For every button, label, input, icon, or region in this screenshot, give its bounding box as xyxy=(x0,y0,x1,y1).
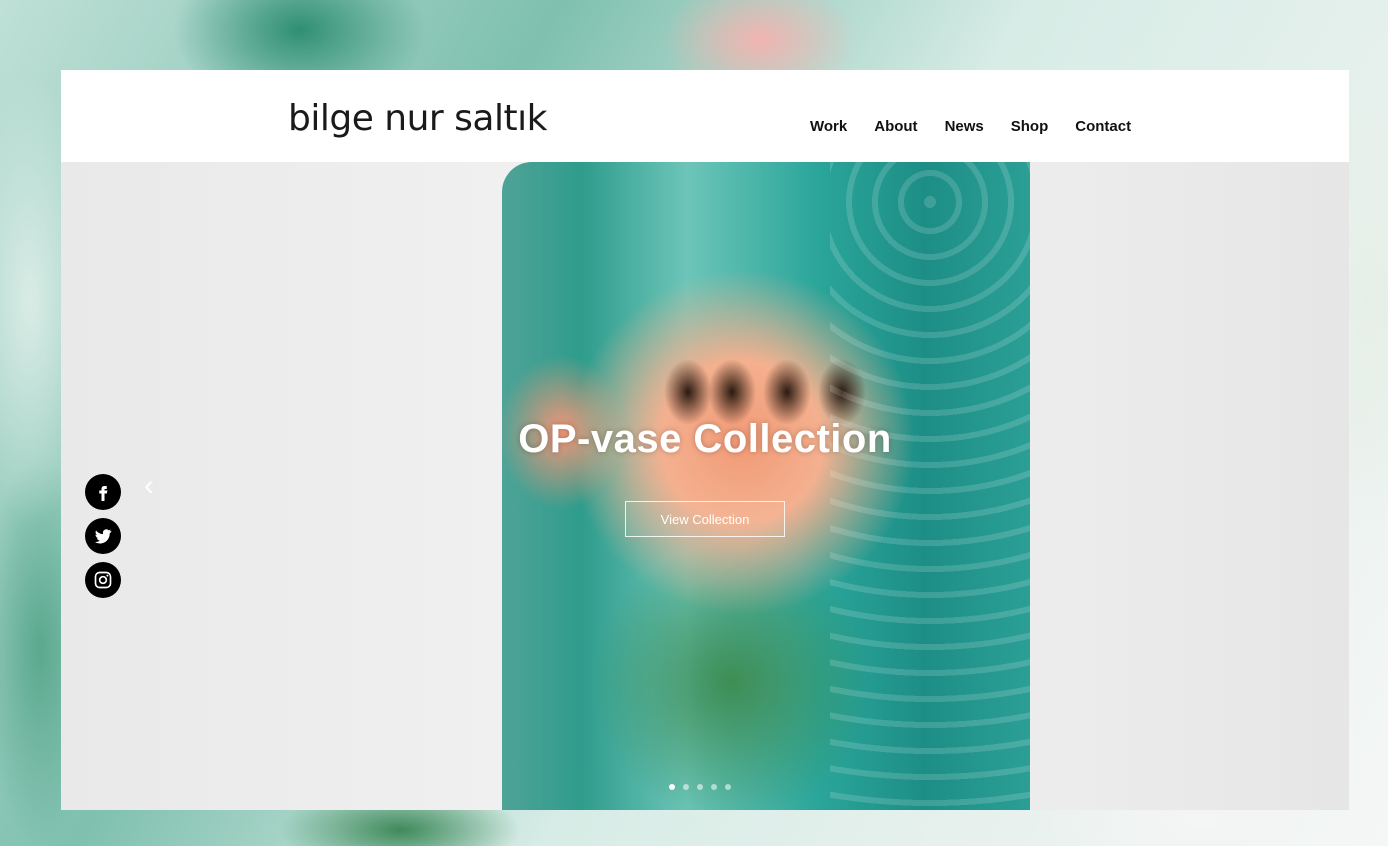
site-header: bilge nur saltık Work About News Shop Co… xyxy=(61,70,1349,162)
facebook-icon[interactable] xyxy=(85,474,121,510)
site-logo[interactable]: bilge nur saltık xyxy=(288,98,547,139)
nav-item-shop[interactable]: Shop xyxy=(1011,118,1049,135)
slide-dot[interactable] xyxy=(697,784,703,790)
hero-slideshow: ‹ OP-vase Collection View Collection xyxy=(61,162,1349,810)
nav-item-news[interactable]: News xyxy=(945,118,984,135)
instagram-icon[interactable] xyxy=(85,562,121,598)
slide-dot[interactable] xyxy=(725,784,731,790)
nav-item-work[interactable]: Work xyxy=(810,118,847,135)
slide-dot[interactable] xyxy=(683,784,689,790)
social-bar xyxy=(85,474,121,598)
twitter-icon[interactable] xyxy=(85,518,121,554)
hero-image xyxy=(502,162,1030,810)
slide-indicators xyxy=(669,784,731,790)
main-nav: Work About News Shop Contact xyxy=(810,118,1158,135)
hero-title: OP-vase Collection xyxy=(518,417,892,461)
prev-slide-arrow-icon[interactable]: ‹ xyxy=(144,471,158,501)
nav-item-about[interactable]: About xyxy=(874,118,917,135)
page-frame: bilge nur saltık Work About News Shop Co… xyxy=(61,70,1349,810)
slide-dot[interactable] xyxy=(669,784,675,790)
nav-item-contact[interactable]: Contact xyxy=(1075,118,1131,135)
slide-dot[interactable] xyxy=(711,784,717,790)
view-collection-button[interactable]: View Collection xyxy=(625,501,785,537)
